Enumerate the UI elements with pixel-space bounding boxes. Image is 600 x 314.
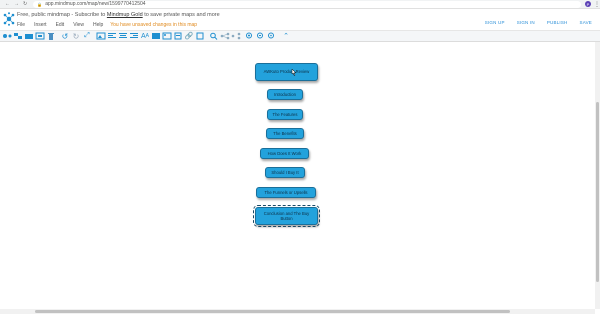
delete-icon[interactable] bbox=[46, 31, 56, 41]
mindmap-canvas[interactable]: AWKuto Product Review Introduction The F… bbox=[0, 42, 595, 309]
save-button[interactable]: SAVE bbox=[580, 20, 592, 25]
add-parent-icon[interactable] bbox=[24, 31, 34, 41]
vertical-scrollbar[interactable] bbox=[595, 42, 600, 309]
add-child-icon[interactable] bbox=[2, 31, 12, 41]
mouse-pointer-icon bbox=[291, 69, 297, 76]
group-icon[interactable] bbox=[35, 31, 45, 41]
mindmap-node[interactable]: How Does It Work bbox=[260, 148, 309, 159]
node-label: The Benefits bbox=[273, 130, 297, 136]
zoom-out-icon[interactable] bbox=[256, 31, 266, 41]
collapse-icon[interactable]: ⌃ bbox=[281, 31, 291, 41]
undo-icon[interactable]: ↺ bbox=[60, 31, 70, 41]
horizontal-scrollbar[interactable] bbox=[0, 309, 595, 314]
align-center-icon[interactable] bbox=[118, 31, 128, 41]
banner-prefix: Free, public mindmap - Subscribe to bbox=[17, 12, 106, 18]
image-icon[interactable] bbox=[162, 31, 172, 41]
profile-avatar[interactable]: P bbox=[585, 1, 592, 7]
unsaved-warning: You have unsaved changes in this map bbox=[110, 22, 198, 28]
node-label: AWKuto Product Review bbox=[263, 69, 310, 75]
menu-file[interactable]: File bbox=[17, 22, 25, 28]
forward-icon[interactable]: → bbox=[14, 1, 19, 7]
mindmap-node[interactable]: Introduction bbox=[267, 89, 303, 100]
node-label: How Does It Work bbox=[267, 150, 302, 156]
browser-menu-icon[interactable]: ⋮ bbox=[594, 1, 600, 8]
align-right-icon[interactable] bbox=[129, 31, 139, 41]
toolbar: ↺ ↻ ⤢ AA 🔗 ⌃ bbox=[0, 30, 600, 42]
address-bar[interactable]: 🔒 app.mindmup.com/map/new/1599770412504 bbox=[33, 0, 582, 8]
menu-help[interactable]: Help bbox=[93, 22, 103, 28]
app-header: Free, public mindmap - Subscribe to Mind… bbox=[0, 9, 600, 30]
resize-icon[interactable]: ⤢ bbox=[82, 31, 92, 41]
horizontal-scroll-thumb[interactable] bbox=[35, 310, 510, 313]
attachment-icon[interactable] bbox=[173, 31, 183, 41]
connect-icon[interactable] bbox=[220, 31, 230, 41]
font-icon[interactable] bbox=[151, 31, 161, 41]
mindmap-node[interactable]: The Features bbox=[267, 109, 303, 120]
search-icon[interactable] bbox=[209, 31, 219, 41]
url-text: app.mindmup.com/map/new/1599770412504 bbox=[45, 1, 146, 7]
lock-icon: 🔒 bbox=[37, 1, 43, 7]
align-left-icon[interactable] bbox=[107, 31, 117, 41]
vertical-scroll-thumb[interactable] bbox=[596, 102, 599, 282]
link-icon[interactable]: 🔗 bbox=[184, 31, 194, 41]
back-icon[interactable]: ← bbox=[5, 1, 10, 7]
zoom-reset-icon[interactable] bbox=[267, 31, 277, 41]
browser-bar: ← → ↻ 🔒 app.mindmup.com/map/new/15997704… bbox=[0, 0, 600, 9]
node-label: The Funnels or Upsells bbox=[264, 189, 308, 195]
mindmup-logo-icon[interactable] bbox=[3, 12, 15, 26]
mindmup-gold-link[interactable]: Mindmup Gold bbox=[107, 12, 143, 18]
menu-view[interactable]: View bbox=[73, 22, 84, 28]
mindmap-node-root[interactable]: AWKuto Product Review bbox=[255, 63, 318, 81]
insert-image-icon[interactable] bbox=[96, 31, 106, 41]
banner-suffix: to save private maps and more bbox=[144, 12, 220, 18]
sign-in-button[interactable]: SIGN IN bbox=[517, 20, 535, 25]
mindmap-node[interactable]: The Funnels or Upsells bbox=[256, 187, 316, 198]
add-sibling-icon[interactable] bbox=[13, 31, 23, 41]
profile-initial: P bbox=[586, 1, 590, 7]
subscription-banner: Free, public mindmap - Subscribe to Mind… bbox=[17, 12, 220, 18]
reload-icon[interactable]: ↻ bbox=[23, 1, 27, 7]
node-label: The Features bbox=[272, 111, 298, 117]
node-label: Conclusion and The Buy Button bbox=[263, 210, 310, 221]
sign-up-button[interactable]: SIGN UP bbox=[485, 20, 505, 25]
menu-edit[interactable]: Edit bbox=[56, 22, 65, 28]
zoom-in-icon[interactable] bbox=[245, 31, 255, 41]
publish-button[interactable]: PUBLISH bbox=[547, 20, 568, 25]
note-icon[interactable] bbox=[195, 31, 205, 41]
menu-insert[interactable]: Insert bbox=[34, 22, 47, 28]
browser-nav: ← → ↻ bbox=[5, 1, 27, 7]
account-actions: SIGN UP SIGN IN PUBLISH SAVE bbox=[485, 20, 592, 25]
node-label: Should I Buy It bbox=[271, 169, 299, 175]
redo-icon[interactable]: ↻ bbox=[71, 31, 81, 41]
text-size-icon[interactable]: AA bbox=[140, 31, 150, 41]
share-icon[interactable] bbox=[231, 31, 241, 41]
menu-bar: File Insert Edit View Help You have unsa… bbox=[17, 22, 206, 28]
mindmap-node-selected[interactable]: Conclusion and The Buy Button bbox=[253, 205, 320, 227]
node-label: Introduction bbox=[274, 91, 296, 97]
mindmap-node[interactable]: The Benefits bbox=[266, 128, 304, 139]
mindmap-node[interactable]: Should I Buy It bbox=[265, 167, 305, 178]
